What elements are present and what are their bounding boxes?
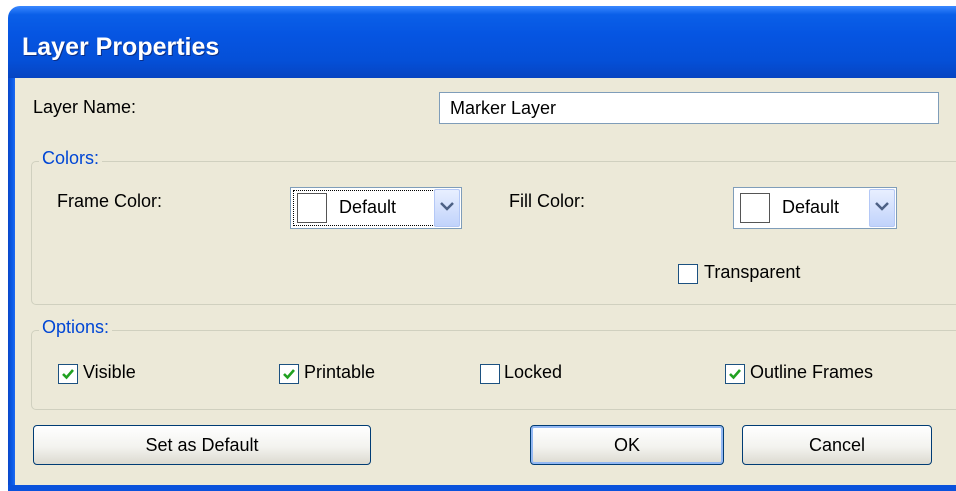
title-bar[interactable]: Layer Properties (8, 6, 956, 78)
check-mark-icon (729, 369, 741, 380)
outline-frames-checkbox[interactable] (725, 364, 745, 384)
fill-color-dropdown-button[interactable] (869, 189, 895, 227)
transparent-checkbox[interactable] (678, 264, 698, 284)
layer-name-label-text: Layer Name: (33, 97, 137, 117)
set-as-default-button[interactable]: Set as Default (33, 425, 371, 465)
window-frame-bottom (8, 485, 956, 491)
colors-group (31, 161, 956, 305)
ok-button[interactable]: OK (530, 425, 724, 465)
chevron-down-icon (440, 202, 454, 211)
visible-label[interactable]: Visible (83, 362, 136, 383)
options-group-title: Options: (39, 317, 113, 338)
layer-properties-dialog: Layer Properties Layer Name: Colors: Fra… (8, 6, 956, 491)
locked-checkbox[interactable] (480, 364, 500, 384)
colors-group-title: Colors: (39, 148, 103, 169)
visible-checkbox[interactable] (58, 364, 78, 384)
fill-color-label: Fill Color: (509, 191, 586, 211)
fill-color-dropdown[interactable]: Default (733, 187, 897, 229)
printable-label[interactable]: Printable (304, 362, 375, 383)
printable-checkbox[interactable] (279, 364, 299, 384)
layer-name-field[interactable] (439, 92, 939, 124)
cancel-button[interactable]: Cancel (742, 425, 932, 465)
frame-color-value: Default (339, 197, 397, 217)
frame-color-label: Frame Color: (57, 191, 163, 211)
check-mark-icon (62, 369, 74, 380)
fill-color-swatch (740, 193, 770, 223)
frame-color-swatch (297, 193, 327, 223)
window-title: Layer Properties (22, 33, 220, 61)
transparent-label[interactable]: Transparent (704, 262, 800, 283)
fill-color-value: Default (782, 197, 840, 217)
frame-color-dropdown-button[interactable] (434, 189, 460, 227)
chevron-down-icon (875, 202, 889, 211)
check-mark-icon (283, 369, 295, 380)
layer-name-label: Layer Name: (33, 97, 136, 118)
frame-color-dropdown[interactable]: Default (290, 187, 462, 229)
window-frame-left (8, 78, 15, 491)
dialog-client-area: Layer Name: Colors: Frame Color: Default… (15, 78, 956, 491)
outline-frames-label[interactable]: Outline Frames (750, 362, 873, 383)
locked-label[interactable]: Locked (504, 362, 562, 383)
